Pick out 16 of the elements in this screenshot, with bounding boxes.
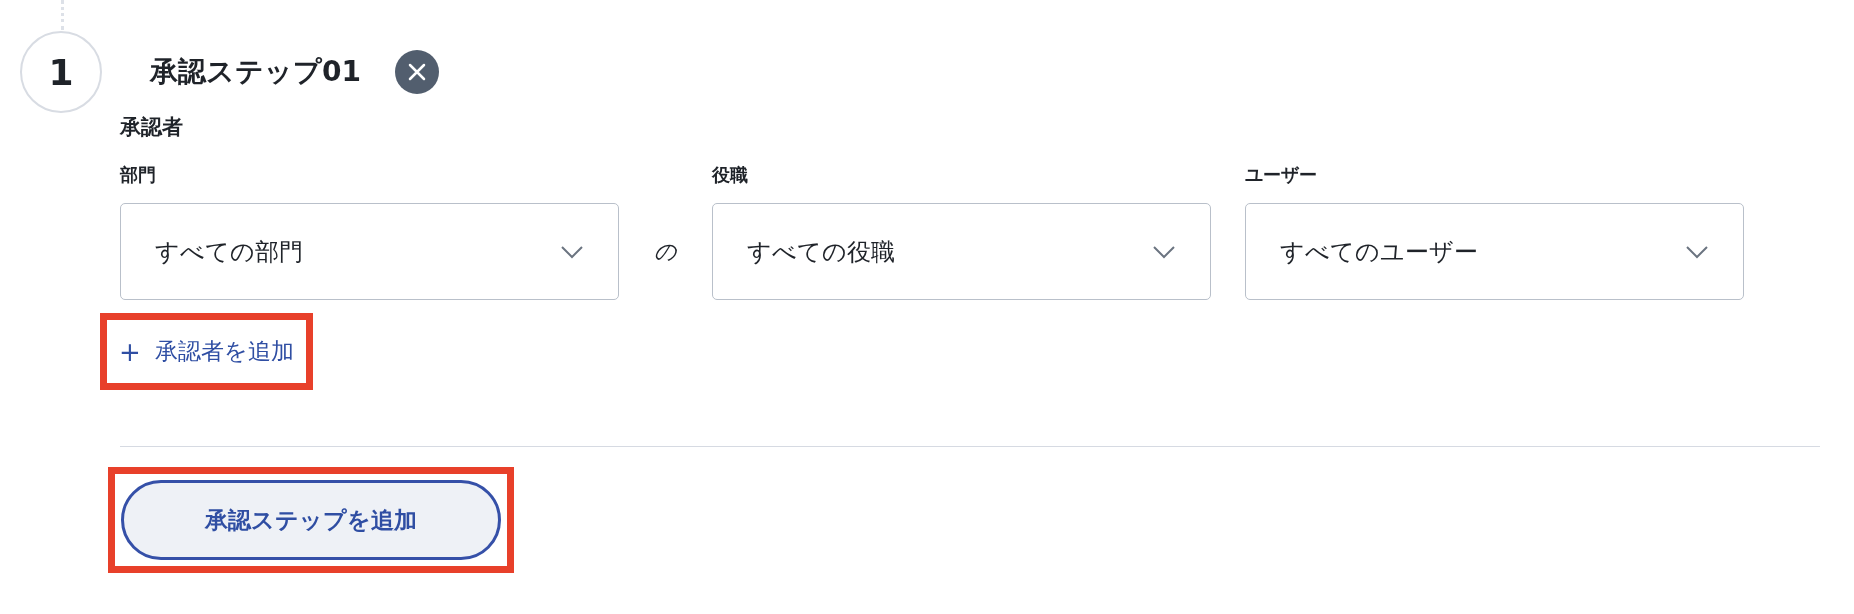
close-icon[interactable] xyxy=(394,50,439,94)
field-label: 役職 xyxy=(712,163,748,187)
dropdown[interactable]: すべての役職 xyxy=(712,203,1211,300)
field-label: ユーザー xyxy=(1245,163,1317,187)
add-approver-link[interactable]: + 承認者を追加 xyxy=(107,320,306,383)
connector-text: の xyxy=(654,237,677,266)
step-title: 承認ステップ01 xyxy=(150,54,361,90)
chevron-down-icon xyxy=(560,244,584,259)
dropdown[interactable]: すべての部門 xyxy=(120,203,619,300)
step-number-badge: 1 xyxy=(20,31,102,113)
chevron-down-icon xyxy=(1685,244,1709,259)
add-step-button[interactable]: 承認ステップを追加 xyxy=(121,480,501,560)
field-label: 部門 xyxy=(120,163,156,187)
approvers-label: 承認者 xyxy=(120,114,183,141)
dropdown[interactable]: すべてのユーザー xyxy=(1245,203,1744,300)
chevron-down-icon xyxy=(1152,244,1176,259)
